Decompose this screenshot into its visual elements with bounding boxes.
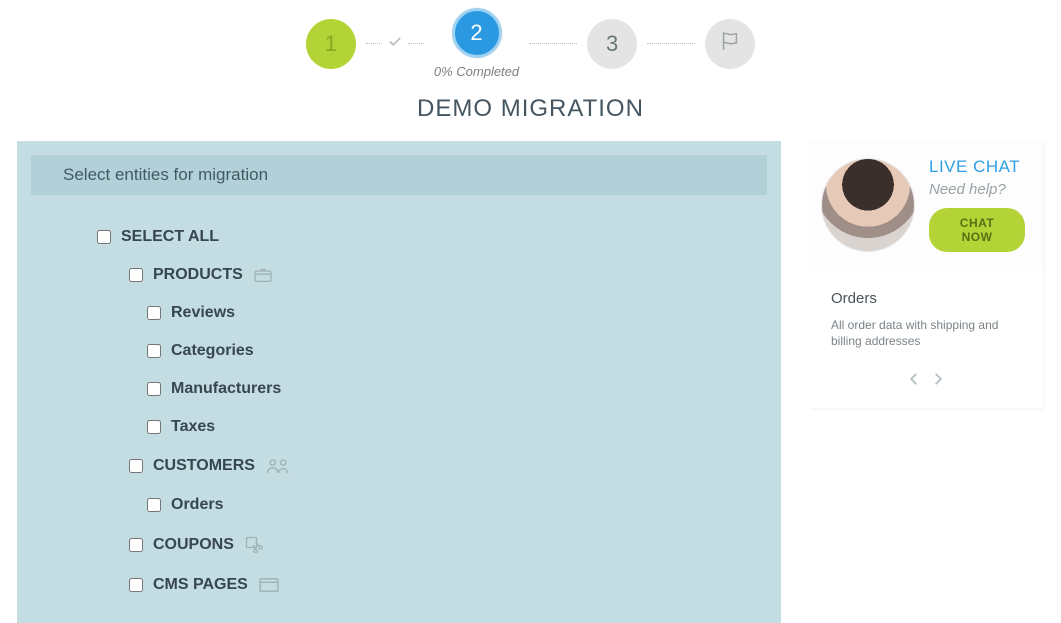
taxes-label: Taxes xyxy=(171,419,215,435)
sidebar-card: LIVE CHAT Need help? CHAT NOW Orders All… xyxy=(809,141,1043,408)
connector-line xyxy=(366,43,382,44)
products-children: Reviews Categories Manufacturers Taxes xyxy=(129,305,781,435)
panel-heading: Select entities for migration xyxy=(31,155,767,195)
select-all-checkbox[interactable] xyxy=(97,230,111,244)
step-final-wrap xyxy=(705,19,755,69)
customers-row[interactable]: CUSTOMERS xyxy=(129,457,781,475)
cmspages-row[interactable]: CMS PAGES xyxy=(129,577,781,593)
entities-tree: SELECT ALL PRODUCTS Reviews xyxy=(17,199,781,593)
products-checkbox[interactable] xyxy=(129,268,143,282)
connector-line xyxy=(529,43,577,44)
step-1-wrap: 1 xyxy=(306,19,356,69)
completed-label: 0% Completed xyxy=(434,64,519,79)
products-row[interactable]: PRODUCTS xyxy=(129,267,781,283)
reviews-row[interactable]: Reviews xyxy=(147,305,781,321)
cmspages-checkbox[interactable] xyxy=(129,578,143,592)
taxes-row[interactable]: Taxes xyxy=(147,419,781,435)
taxes-checkbox[interactable] xyxy=(147,420,161,434)
info-card: Orders All order data with shipping and … xyxy=(809,270,1043,408)
connector-2-3 xyxy=(519,19,587,69)
manufacturers-row[interactable]: Manufacturers xyxy=(147,381,781,397)
products-label: PRODUCTS xyxy=(153,267,243,283)
categories-row[interactable]: Categories xyxy=(147,343,781,359)
connector-line xyxy=(647,43,695,44)
live-chat-card: LIVE CHAT Need help? CHAT NOW xyxy=(809,141,1043,270)
reviews-checkbox[interactable] xyxy=(147,306,161,320)
chat-now-button[interactable]: CHAT NOW xyxy=(929,208,1025,252)
reviews-label: Reviews xyxy=(171,305,235,321)
manufacturers-label: Manufacturers xyxy=(171,381,281,397)
orders-label: Orders xyxy=(171,497,223,513)
flag-icon xyxy=(719,30,741,58)
entities-panel: Select entities for migration SELECT ALL… xyxy=(17,141,781,623)
customers-label: CUSTOMERS xyxy=(153,458,255,474)
coupons-row[interactable]: COUPONS xyxy=(129,535,781,555)
step-final[interactable] xyxy=(705,19,755,69)
step-3[interactable]: 3 xyxy=(587,19,637,69)
people-icon xyxy=(265,457,291,475)
connector-3-final xyxy=(637,19,705,69)
cmspages-label: CMS PAGES xyxy=(153,577,248,593)
categories-label: Categories xyxy=(171,343,254,359)
manufacturers-checkbox[interactable] xyxy=(147,382,161,396)
chevron-right-icon xyxy=(931,369,945,391)
coupons-label: COUPONS xyxy=(153,537,234,553)
pager xyxy=(831,369,1021,392)
pager-next[interactable] xyxy=(931,369,945,392)
orders-checkbox[interactable] xyxy=(147,498,161,512)
chat-meta: LIVE CHAT Need help? CHAT NOW xyxy=(929,157,1025,252)
sidebar: LIVE CHAT Need help? CHAT NOW Orders All… xyxy=(809,141,1043,408)
progress-stepper: 1 2 0% Completed 3 xyxy=(0,0,1061,79)
box-icon xyxy=(253,267,273,283)
info-title: Orders xyxy=(831,290,1021,307)
live-chat-title: LIVE CHAT xyxy=(929,157,1020,177)
connector-line xyxy=(408,43,424,44)
pager-prev[interactable] xyxy=(907,369,921,392)
main-columns: Select entities for migration SELECT ALL… xyxy=(0,141,1061,623)
step-3-wrap: 3 xyxy=(587,19,637,69)
step-1[interactable]: 1 xyxy=(306,19,356,69)
select-all-row[interactable]: SELECT ALL xyxy=(97,229,781,245)
customers-children: Orders xyxy=(129,497,781,513)
coupons-checkbox[interactable] xyxy=(129,538,143,552)
avatar xyxy=(821,158,915,252)
connector-1-2 xyxy=(356,19,434,69)
scissors-icon xyxy=(244,535,264,555)
page-title: DEMO MIGRATION xyxy=(0,95,1061,123)
step-2-wrap: 2 0% Completed xyxy=(434,8,519,79)
categories-checkbox[interactable] xyxy=(147,344,161,358)
checkmark-icon xyxy=(388,35,402,52)
live-chat-sub: Need help? xyxy=(929,181,1006,198)
orders-row[interactable]: Orders xyxy=(147,497,781,513)
chevron-left-icon xyxy=(907,369,921,391)
step-2[interactable]: 2 xyxy=(452,8,502,58)
info-desc: All order data with shipping and billing… xyxy=(831,317,1021,349)
customers-checkbox[interactable] xyxy=(129,459,143,473)
group-level-1: PRODUCTS Reviews Categories xyxy=(97,267,781,593)
select-all-label: SELECT ALL xyxy=(121,229,219,245)
window-icon xyxy=(258,577,280,593)
